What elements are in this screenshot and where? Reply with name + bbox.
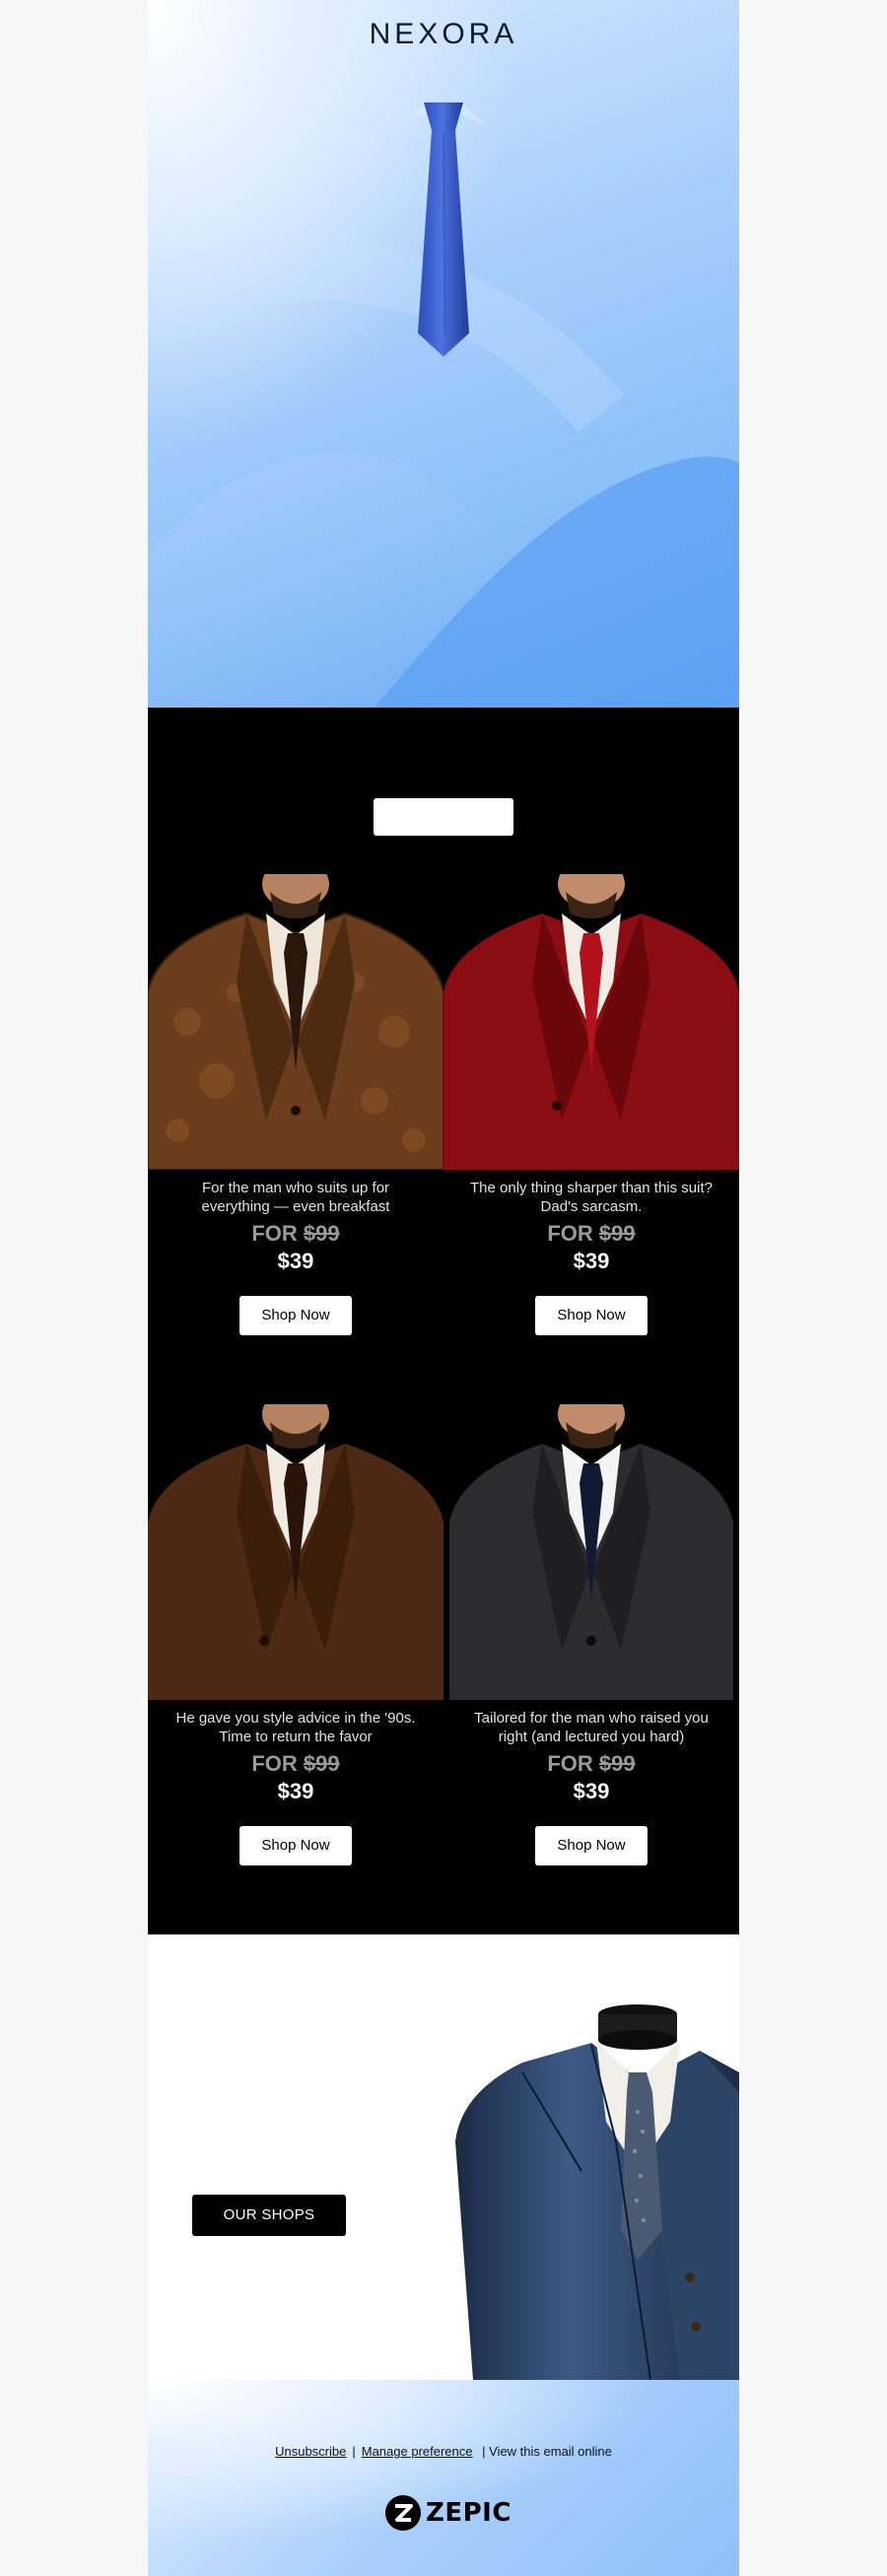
manage-preference-link[interactable]: Manage preference [362,2444,473,2459]
old-price: FOR $99 [547,1221,636,1246]
footer-links: Unsubscribe | Manage preference | View thi… [148,2444,739,2459]
shop-now-button[interactable]: Shop Now [535,1296,648,1335]
product-caption: For the man who suits up for everything … [201,1180,390,1215]
product-image-brown-suit[interactable] [148,1404,444,1700]
shop-now-button[interactable]: Shop Now [239,1826,352,1865]
shops-image [455,2004,739,2380]
old-price: FOR $99 [547,1751,636,1776]
product-caption: He gave you style advice in the '90s. Ti… [175,1710,416,1745]
zepic-logo-text: ZEPIC [426,2498,512,2528]
new-price: $39 [573,1249,610,1273]
email-container: NEXORA For the man who suits up for ever… [148,0,739,2576]
zepic-logo[interactable]: ZEPIC [384,2493,512,2533]
new-price: $39 [277,1249,314,1273]
unsubscribe-link[interactable]: Unsubscribe [275,2444,346,2459]
view-online-link[interactable]: | View this email online [482,2444,612,2459]
link-separator: | [352,2444,356,2459]
product-card: Tailored for the man who raised you righ… [444,1404,739,1865]
shops-section: OUR SHOPS [148,1934,739,2380]
brand-logo[interactable]: NEXORA [148,18,739,51]
product-image-brown-paisley-suit[interactable] [148,874,444,1170]
footer: Unsubscribe | Manage preference | View thi… [148,2380,739,2576]
intro-button[interactable] [374,798,513,836]
shop-now-button[interactable]: Shop Now [239,1296,352,1335]
old-price: FOR $99 [251,1751,340,1776]
product-image-charcoal-suit[interactable] [444,1404,739,1700]
product-card: The only thing sharper than this suit? D… [444,874,739,1335]
product-caption: Tailored for the man who raised you righ… [474,1710,709,1745]
new-price: $39 [573,1779,610,1803]
old-price: FOR $99 [251,1221,340,1246]
products-section: For the man who suits up for everything … [148,708,739,1934]
product-image-red-suit[interactable] [444,874,739,1170]
shop-now-button[interactable]: Shop Now [535,1826,648,1865]
product-caption: The only thing sharper than this suit? D… [470,1180,713,1215]
new-price: $39 [277,1779,314,1803]
product-card: For the man who suits up for everything … [148,874,444,1335]
hero-image [148,102,739,708]
product-card: He gave you style advice in the '90s. Ti… [148,1404,444,1865]
zepic-logo-icon [385,2495,421,2531]
our-shops-button[interactable]: OUR SHOPS [192,2195,346,2236]
hero-banner: NEXORA [148,0,739,708]
